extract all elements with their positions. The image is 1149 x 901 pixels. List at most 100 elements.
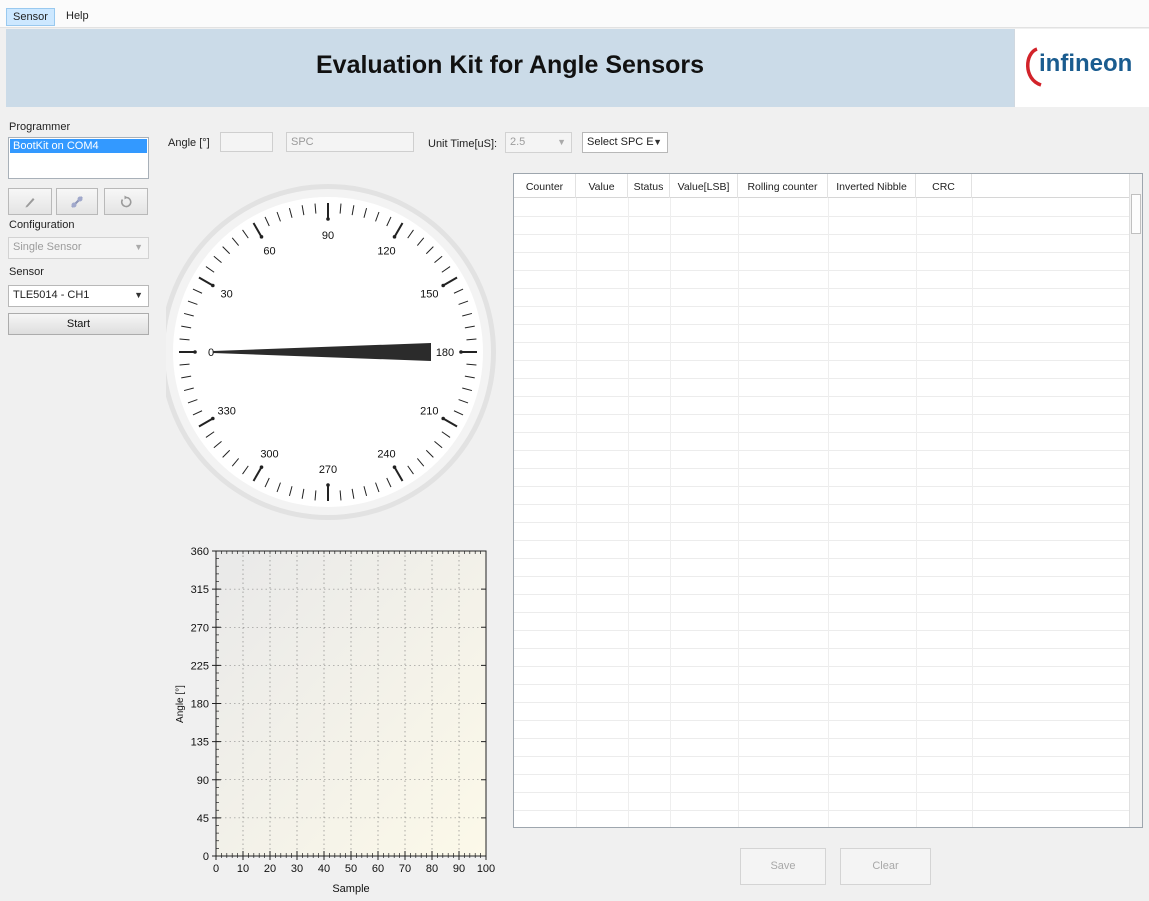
select-spc-label: Select SPC E — [587, 136, 654, 148]
column-header[interactable]: CRC — [916, 174, 972, 198]
gauge-tick-dot — [259, 465, 264, 469]
gauge-label: 60 — [263, 246, 275, 258]
select-spc-dropdown[interactable]: Select SPC E ▼ — [582, 132, 668, 153]
table-column-line — [828, 198, 829, 827]
x-tick-label: 10 — [237, 863, 249, 875]
gauge-label: 330 — [217, 406, 235, 418]
pencil-icon — [25, 198, 35, 208]
programmer-list[interactable]: BootKit on COM4 — [8, 137, 149, 179]
gauge-tick-dot — [259, 235, 264, 239]
x-tick-label: 100 — [477, 863, 495, 875]
x-tick-label: 80 — [426, 863, 438, 875]
gauge-label: 30 — [221, 289, 233, 301]
y-tick-label: 90 — [197, 775, 209, 787]
x-axis-label: Sample — [332, 883, 369, 895]
y-tick-label: 225 — [191, 660, 209, 672]
connect-button[interactable] — [56, 188, 98, 215]
programmer-label: Programmer — [9, 121, 71, 133]
gauge-tick-dot — [211, 416, 215, 421]
y-tick-label: 135 — [191, 737, 209, 749]
angle-label: Angle [°] — [168, 137, 210, 149]
x-tick-label: 40 — [318, 863, 330, 875]
column-header[interactable]: Value — [576, 174, 628, 198]
angle-gauge: 0306090120150180210240270300330 — [166, 184, 496, 520]
y-tick-label: 180 — [191, 699, 209, 711]
x-tick-label: 90 — [453, 863, 465, 875]
column-header[interactable]: Inverted Nibble — [828, 174, 916, 198]
save-button[interactable]: Save — [740, 848, 826, 885]
gauge-tick-dot — [441, 416, 445, 421]
clear-button[interactable]: Clear — [840, 848, 931, 885]
menu-help[interactable]: Help — [60, 8, 95, 26]
y-tick-label: 270 — [191, 622, 209, 634]
configuration-label: Configuration — [9, 219, 75, 231]
unit-time-label: Unit Time[uS]: — [428, 138, 498, 150]
gauge-tick-dot — [459, 350, 463, 354]
table-column-line — [670, 198, 671, 827]
edit-button[interactable] — [8, 188, 52, 215]
gauge-label: 150 — [420, 289, 438, 301]
configuration-value: Single Sensor — [13, 241, 82, 253]
chevron-down-icon: ▼ — [653, 137, 662, 147]
unit-time-value: 2.5 — [510, 136, 526, 148]
gauge-tick-dot — [392, 235, 397, 239]
chevron-down-icon: ▼ — [134, 242, 143, 252]
protocol-field: SPC — [286, 132, 414, 152]
angle-sample-chart: 0 10 20 30 40 50 60 70 80 90 100 0 45 90 135 180 225 270 3… — [175, 546, 495, 895]
chevron-down-icon: ▼ — [134, 290, 143, 300]
sensor-value: TLE5014 - CH1 — [13, 289, 90, 301]
y-axis-label: Angle [°] — [175, 685, 186, 723]
gauge-tick-dot — [193, 350, 197, 354]
x-tick-label: 0 — [213, 863, 219, 875]
column-header[interactable]: Counter — [514, 174, 576, 198]
gauge-tick-dot — [326, 217, 330, 221]
y-tick-label: 315 — [191, 584, 209, 596]
sensor-label: Sensor — [9, 266, 44, 278]
table-header: Counter Value Status Value[LSB] Rolling coun… — [514, 174, 1142, 198]
y-tick-label: 45 — [197, 813, 209, 825]
refresh-icon — [121, 195, 132, 208]
y-tick-label: 0 — [203, 851, 209, 863]
table-column-line — [738, 198, 739, 827]
configuration-select[interactable]: Single Sensor ▼ — [8, 237, 149, 259]
logo-text: infineon — [1039, 50, 1133, 77]
table-column-line — [628, 198, 629, 827]
x-tick-label: 30 — [291, 863, 303, 875]
menu-sensor[interactable]: Sensor — [6, 8, 55, 26]
table-column-line — [576, 198, 577, 827]
gauge-label: 270 — [319, 464, 337, 476]
gauge-tick-dot — [392, 465, 397, 469]
column-header[interactable]: Value[LSB] — [670, 174, 738, 198]
connect-icon — [71, 196, 83, 208]
gauge-label: 210 — [420, 406, 438, 418]
gauge-label: 180 — [436, 347, 454, 359]
chevron-down-icon: ▼ — [557, 137, 566, 147]
column-header[interactable]: Rolling counter — [738, 174, 828, 198]
gauge-tick-dot — [326, 483, 330, 487]
angle-field — [220, 132, 273, 152]
table-column-line — [972, 198, 973, 827]
gauge-tick-dot — [441, 283, 445, 288]
column-header[interactable]: Status — [628, 174, 670, 198]
refresh-button[interactable] — [104, 188, 148, 215]
menu-bar: Sensor Help — [0, 0, 1149, 28]
programmer-list-item[interactable]: BootKit on COM4 — [10, 139, 147, 153]
sensor-select[interactable]: TLE5014 - CH1 ▼ — [8, 285, 149, 307]
vertical-scrollbar[interactable] — [1129, 174, 1142, 827]
infineon-logo: infineon — [1014, 29, 1149, 107]
start-button[interactable]: Start — [8, 313, 149, 335]
header-banner: Evaluation Kit for Angle Sensors infineo… — [6, 29, 1149, 107]
data-table[interactable]: Counter Value Status Value[LSB] Rolling coun… — [513, 173, 1143, 828]
x-tick-label: 20 — [264, 863, 276, 875]
gauge-label: 90 — [322, 230, 334, 242]
table-column-line — [916, 198, 917, 827]
gauge-label: 120 — [377, 246, 395, 258]
x-tick-label: 60 — [372, 863, 384, 875]
gauge-label: 300 — [260, 448, 278, 460]
unit-time-select[interactable]: 2.5 ▼ — [505, 132, 572, 153]
x-tick-label: 70 — [399, 863, 411, 875]
gauge-tick-dot — [211, 283, 215, 288]
x-tick-label: 50 — [345, 863, 357, 875]
scrollbar-thumb[interactable] — [1131, 194, 1141, 234]
y-tick-label: 360 — [191, 546, 209, 558]
